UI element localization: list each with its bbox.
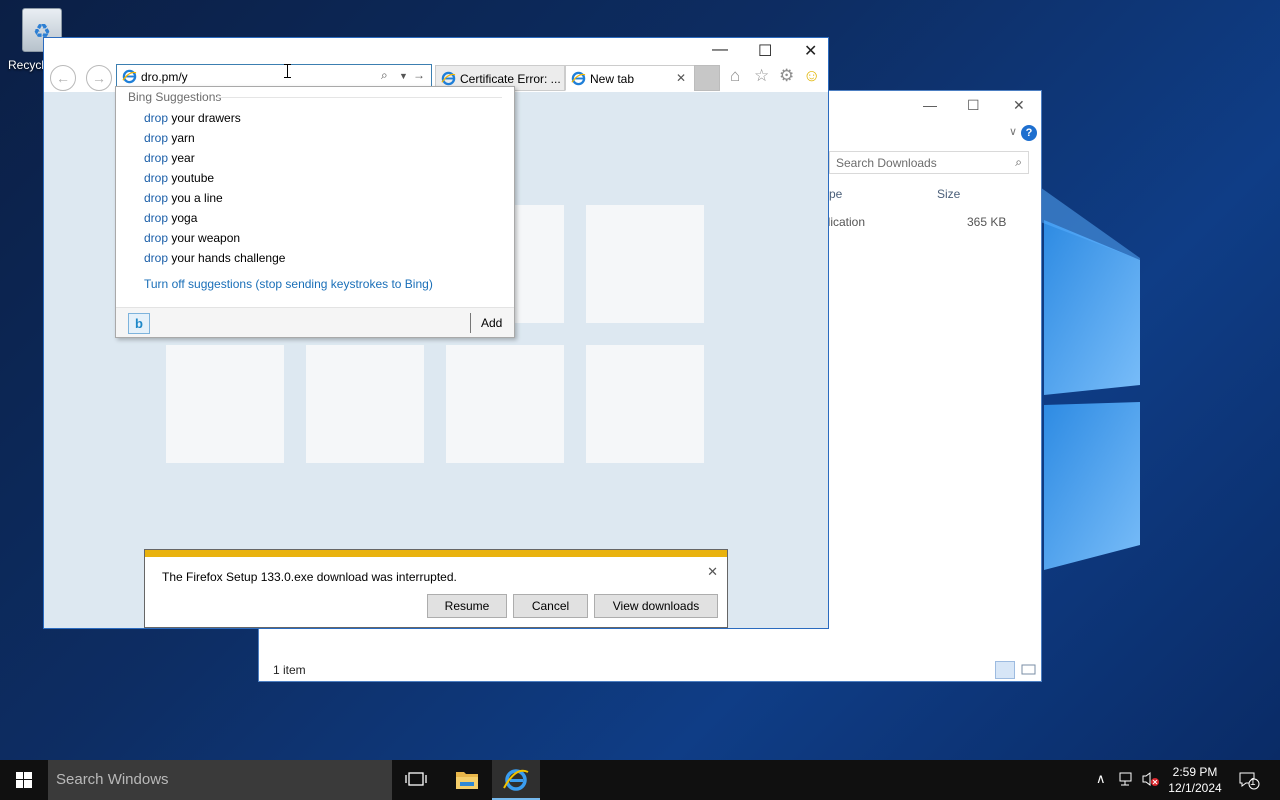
maximize-icon[interactable]: ☐ <box>967 97 980 114</box>
help-icon[interactable]: ? <box>1021 125 1037 141</box>
show-hidden-icons-chevron-icon[interactable]: ∧ <box>1096 771 1106 800</box>
file-size-cell: 365 KB <box>967 215 1007 229</box>
download-message: The Firefox Setup 133.0.exe download was… <box>162 570 457 584</box>
footer-divider <box>470 313 471 333</box>
maximize-icon[interactable]: ☐ <box>758 41 772 61</box>
bing-suggestions-dropdown: Bing Suggestions drop your drawers drop … <box>115 86 515 338</box>
close-icon[interactable]: ✕ <box>1013 97 1025 114</box>
clock-date: 12/1/2024 <box>1168 781 1222 795</box>
address-input[interactable] <box>141 68 371 85</box>
bing-logo-icon[interactable]: b <box>128 313 150 334</box>
taskbar-clock[interactable]: 2:59 PM 12/1/2024 <box>1162 764 1228 796</box>
ie-logo-icon <box>503 769 529 791</box>
folder-icon <box>456 772 478 789</box>
task-view-button[interactable] <box>392 760 440 800</box>
search-icon: ⌕ <box>1015 155 1022 169</box>
notification-count-badge: 1 <box>1250 777 1256 788</box>
close-icon[interactable]: ✕ <box>707 564 718 580</box>
suggestion-item[interactable]: drop your weapon <box>144 231 240 245</box>
download-notification-bar: The Firefox Setup 133.0.exe download was… <box>144 549 728 628</box>
network-icon[interactable] <box>1118 770 1136 800</box>
turn-off-suggestions-link[interactable]: Turn off suggestions (stop sending keyst… <box>144 277 433 291</box>
address-bar[interactable]: ⌕ ▼ → <box>116 64 432 88</box>
add-search-provider-button[interactable]: Add <box>481 316 502 330</box>
ie-logo-icon <box>122 69 137 84</box>
suggestion-item[interactable]: drop year <box>144 151 195 165</box>
suggestions-footer: b Add <box>116 307 514 337</box>
status-item-count: 1 item <box>273 663 306 677</box>
chevron-down-icon[interactable]: ∨ <box>1009 125 1017 138</box>
tab-new-tab[interactable]: New tab ✕ <box>565 65 695 91</box>
minimize-icon[interactable]: — <box>923 97 937 113</box>
resume-button[interactable]: Resume <box>427 594 507 618</box>
close-tab-icon[interactable]: ✕ <box>676 71 686 85</box>
dropdown-arrow-icon[interactable]: ▼ <box>399 71 408 81</box>
minimize-icon[interactable]: — <box>712 41 728 59</box>
search-placeholder: Search Downloads <box>836 156 937 170</box>
suggestion-item[interactable]: drop youtube <box>144 171 214 185</box>
suggestion-item[interactable]: drop yoga <box>144 211 197 225</box>
windows-logo-wallpaper <box>1030 180 1140 570</box>
volume-muted-icon[interactable] <box>1141 770 1161 800</box>
ie-logo-icon <box>571 71 586 86</box>
column-size-header[interactable]: Size <box>937 187 960 201</box>
warning-stripe <box>145 550 727 557</box>
view-downloads-button[interactable]: View downloads <box>594 594 718 618</box>
home-icon[interactable]: ⌂ <box>730 66 740 86</box>
site-tile[interactable] <box>446 345 564 463</box>
site-tile[interactable] <box>586 205 704 323</box>
go-arrow-icon[interactable]: → <box>413 68 425 82</box>
suggestion-item[interactable]: drop yarn <box>144 131 195 145</box>
suggestion-item[interactable]: drop you a line <box>144 191 223 205</box>
suggestions-header: Bing Suggestions <box>128 90 222 104</box>
action-center-icon[interactable] <box>1238 770 1260 800</box>
clock-time: 2:59 PM <box>1172 765 1218 779</box>
close-icon[interactable]: ✕ <box>804 41 817 61</box>
site-tile[interactable] <box>306 345 424 463</box>
back-button[interactable]: ← <box>50 65 76 91</box>
cancel-button[interactable]: Cancel <box>513 594 588 618</box>
start-button[interactable] <box>0 760 48 800</box>
taskbar-search-placeholder: Search Windows <box>56 771 169 788</box>
file-explorer-taskbar-button[interactable] <box>443 760 491 800</box>
new-tab-button[interactable] <box>694 65 720 91</box>
search-icon[interactable]: ⌕ <box>381 68 388 83</box>
forward-button[interactable]: → <box>86 65 112 91</box>
favorites-star-icon[interactable]: ☆ <box>754 66 769 86</box>
taskbar: Search Windows ∧ 2:59 PM 12/1/2024 1 <box>0 760 1280 800</box>
header-divider <box>216 97 502 98</box>
suggestion-item[interactable]: drop your hands challenge <box>144 251 285 265</box>
windows-start-icon <box>16 772 32 788</box>
taskbar-search-box[interactable]: Search Windows <box>48 760 392 800</box>
search-downloads-input[interactable]: Search Downloads ⌕ <box>829 151 1029 174</box>
suggestion-item[interactable]: drop your drawers <box>144 111 241 125</box>
site-tile[interactable] <box>586 345 704 463</box>
task-view-icon <box>405 772 427 786</box>
site-tile[interactable] <box>166 345 284 463</box>
column-type-header[interactable]: pe <box>829 187 842 201</box>
details-view-icon[interactable] <box>995 661 1015 679</box>
tab-label: New tab <box>590 72 635 86</box>
gear-icon[interactable]: ⚙ <box>779 66 794 86</box>
tab-label: Certificate Error: ... <box>460 72 561 86</box>
internet-explorer-taskbar-button[interactable] <box>492 760 540 800</box>
window-controls: — ☐ ✕ <box>688 38 828 66</box>
smiley-feedback-icon[interactable]: ☺ <box>803 66 820 86</box>
text-cursor-icon <box>284 64 291 78</box>
ie-logo-icon <box>441 71 456 86</box>
large-icons-view-icon[interactable] <box>1019 661 1039 679</box>
